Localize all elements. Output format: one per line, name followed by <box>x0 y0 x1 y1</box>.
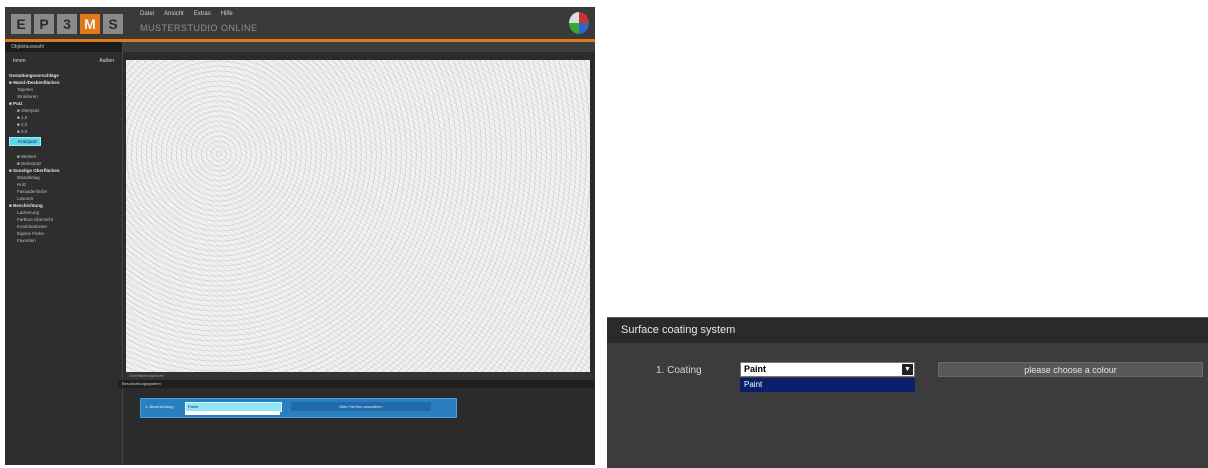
toggle-inside[interactable]: Innen <box>13 58 26 64</box>
tree-item[interactable]: Strukturen <box>9 93 118 100</box>
mini-select-option[interactable] <box>185 411 280 415</box>
tree-item[interactable]: Gestaltungsvorschläge <box>9 72 118 79</box>
viewer-caption: Oberflächenansicht <box>126 372 593 380</box>
tree-item[interactable]: Tapeten <box>9 86 118 93</box>
coating-option-paint[interactable]: Paint <box>740 378 915 392</box>
mini-select-value: Farbe <box>188 404 199 409</box>
sidebar-tree: Gestaltungsvorschläge ■ Wand-/Deckenfläch… <box>5 70 122 246</box>
logo-letter: P <box>34 14 54 34</box>
tree-item[interactable]: ■ Sonstige Oberflächen <box>9 167 118 174</box>
tree-item[interactable]: ■ Wand-/Deckenflächen <box>9 79 118 86</box>
tree-item[interactable]: Fassadenfarbe <box>9 188 118 195</box>
tree-item[interactable]: ■ Dekorputz <box>9 160 118 167</box>
tree-item[interactable]: Lasuren <box>9 195 118 202</box>
top-menu: Datei Ansicht Extras Hilfe <box>140 11 233 17</box>
app-logo: E P 3 M S <box>11 14 123 34</box>
toggle-outside[interactable]: Außen <box>99 58 114 64</box>
app-header: E P 3 M S Datei Ansicht Extras Hilfe MUS… <box>5 7 595 42</box>
mini-panel-title: Beschichtungssystem <box>118 380 594 388</box>
menu-item-extras[interactable]: Extras <box>194 11 211 17</box>
coating-select-value: Paint <box>744 364 767 374</box>
mini-choose-colour-button[interactable]: Bitte Farbton auswählen <box>291 402 431 411</box>
tree-item[interactable]: Kombinationen <box>9 223 118 230</box>
tree-item[interactable]: ■ 1,5 <box>9 114 118 121</box>
menu-item-view[interactable]: Ansicht <box>164 11 184 17</box>
surface-preview <box>126 60 590 372</box>
logo-letter: E <box>11 14 31 34</box>
tree-item[interactable]: Favoriten <box>9 237 118 244</box>
choose-colour-button[interactable]: please choose a colour <box>938 362 1203 377</box>
tree-item[interactable]: Farbton-Übersicht <box>9 216 118 223</box>
mini-coating-label: 1. Beschichtung <box>145 404 174 409</box>
logo-letter: M <box>80 14 100 34</box>
tree-item[interactable]: ■ Putz <box>9 100 118 107</box>
panel-title: Surface coating system <box>621 324 736 336</box>
sidebar-title: Objektauswahl <box>5 42 122 52</box>
coating-label: 1. Coating <box>656 365 702 376</box>
tree-item[interactable]: ■ 3,0 <box>9 128 118 135</box>
tree-item[interactable]: Eigene Farbe <box>9 230 118 237</box>
menu-item-help[interactable]: Hilfe <box>221 11 233 17</box>
logo-letter: 3 <box>57 14 77 34</box>
tree-item[interactable]: ■ Oberputz <box>9 107 118 114</box>
tree-item-selected[interactable]: Kratzputz <box>9 137 42 146</box>
tree-item[interactable]: Wandbelag <box>9 174 118 181</box>
tree-item[interactable]: ■ Weitere <box>9 153 118 160</box>
tree-item[interactable]: ■ Beschichtung <box>9 202 118 209</box>
sidebar: Objektauswahl Innen Außen Gestaltungsvor… <box>5 42 123 465</box>
mini-coating-row: 1. Beschichtung Farbe Bitte Farbton ausw… <box>140 398 457 418</box>
app-title: MUSTERSTUDIO ONLINE <box>140 23 258 33</box>
tree-item[interactable]: Lackierung <box>9 209 118 216</box>
zoomed-coating-panel: Surface coating system 1. Coating Paint … <box>607 317 1208 468</box>
tree-item[interactable]: ■ 2,0 <box>9 121 118 128</box>
tree-item[interactable]: Holz <box>9 181 118 188</box>
globe-icon <box>569 12 589 34</box>
coating-select[interactable]: Paint ▼ <box>740 362 915 377</box>
panel-header: Surface coating system <box>607 317 1208 343</box>
viewer-toolbar <box>123 42 595 52</box>
sidebar-toggle: Innen Außen <box>5 52 122 70</box>
chevron-down-icon[interactable]: ▼ <box>902 364 913 375</box>
menu-item-file[interactable]: Datei <box>140 11 154 17</box>
logo-letter: S <box>103 14 123 34</box>
